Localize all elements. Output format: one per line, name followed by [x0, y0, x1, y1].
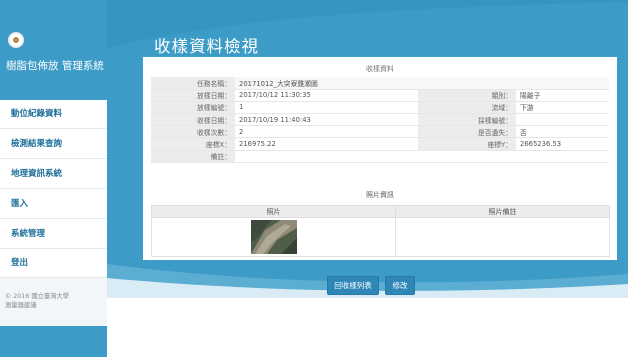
sidebar-bottom-band	[0, 326, 107, 357]
coord-x-label: 座標X：	[151, 137, 235, 151]
table-row: 座標X： 216975.22 座標Y： 2665236.53	[151, 137, 610, 151]
section-title-sampling: 收樣資料	[366, 65, 394, 73]
sidebar-item-logout[interactable]: 登出	[0, 249, 107, 278]
deploy-no-label: 放樣編號：	[151, 101, 235, 115]
sidebar-footer: © 2016 國立臺灣大學 測量器建議	[0, 278, 107, 326]
browser-note-text: 測量器建議	[5, 302, 37, 309]
column-header-photo: 照片	[151, 205, 396, 218]
stream-label: 流域：	[418, 101, 516, 115]
lost-value: 否	[516, 125, 610, 139]
sidebar-item-test-results[interactable]: 檢測結果查詢	[0, 130, 107, 159]
coord-x-value: 216975.22	[235, 137, 418, 151]
collect-count-label: 收樣次數：	[151, 125, 235, 139]
type-value: 陽離子	[516, 89, 610, 102]
sample-no-value	[516, 113, 610, 127]
sample-photo-thumbnail[interactable]	[251, 220, 297, 254]
sampling-info-table: 任務名稱： 20171012_大突寮雞瀬圖 放樣日期： 2017/10/12 1…	[151, 77, 610, 163]
sidebar-item-system-admin[interactable]: 系統管理	[0, 220, 107, 249]
table-row: 任務名稱： 20171012_大突寮雞瀬圖	[151, 77, 610, 90]
edit-button[interactable]: 修改	[385, 276, 415, 295]
university-logo-icon	[8, 32, 24, 48]
task-name-label: 任務名稱：	[151, 77, 235, 90]
collect-count-value: 2	[235, 125, 418, 139]
section-title-photo: 照片資訊	[366, 191, 394, 199]
type-label: 類別：	[418, 89, 516, 102]
table-row: 備註：	[151, 150, 610, 163]
collect-date-label: 收樣日期：	[151, 113, 235, 127]
back-to-list-button[interactable]: 回收樣列表	[327, 276, 379, 295]
sample-no-label: 採樣編號：	[418, 113, 516, 127]
deploy-date-value: 2017/10/12 11:30:35	[235, 89, 418, 102]
sidebar-item-import[interactable]: 匯入	[0, 190, 107, 219]
table-row: 放樣編號： 1 流域： 下游	[151, 101, 610, 115]
deploy-no-value: 1	[235, 101, 418, 115]
stream-value: 下游	[516, 101, 610, 115]
copyright-text: © 2016 國立臺灣大學	[5, 293, 70, 300]
lost-label: 是否遺失：	[418, 125, 516, 139]
sidebar-item-gis[interactable]: 地理資訊系統	[0, 160, 107, 189]
photo-cell	[151, 217, 396, 257]
table-row: 收樣日期： 2017/10/19 11:40:43 採樣編號：	[151, 113, 610, 127]
task-name-value: 20171012_大突寮雞瀬圖	[235, 77, 610, 90]
photo-remark-cell	[395, 217, 610, 257]
coord-y-value: 2665236.53	[516, 137, 610, 151]
coord-y-label: 座標Y：	[418, 137, 516, 151]
main-content: 收樣資料檢視 收樣資料 任務名稱： 20171012_大突寮雞瀬圖 放樣日期： …	[107, 0, 628, 357]
deploy-date-label: 放樣日期：	[151, 89, 235, 102]
page-title: 收樣資料檢視	[154, 37, 259, 56]
table-row: 放樣日期： 2017/10/12 11:30:35 類別： 陽離子	[151, 89, 610, 102]
remark-label: 備註：	[151, 150, 235, 163]
column-header-photo-remark: 照片備註	[395, 205, 610, 218]
system-name: 樹脂包佈放 管理系統	[6, 60, 104, 72]
table-row	[151, 217, 610, 257]
table-header-row: 照片 照片備註	[151, 205, 610, 218]
sidebar-item-location-records[interactable]: 動位紀錄資料	[0, 100, 107, 129]
detail-card: 收樣資料 任務名稱： 20171012_大突寮雞瀬圖 放樣日期： 2017/10…	[143, 57, 617, 260]
remark-value	[235, 150, 610, 163]
sidebar: 樹脂包佈放 管理系統 動位紀錄資料 檢測結果查詢 地理資訊系統 匯入 系統管理 …	[0, 0, 107, 357]
sidebar-header: 樹脂包佈放 管理系統	[0, 0, 107, 100]
photo-table: 照片 照片備註	[151, 205, 610, 257]
collect-date-value: 2017/10/19 11:40:43	[235, 113, 418, 127]
table-row: 收樣次數： 2 是否遺失： 否	[151, 125, 610, 139]
